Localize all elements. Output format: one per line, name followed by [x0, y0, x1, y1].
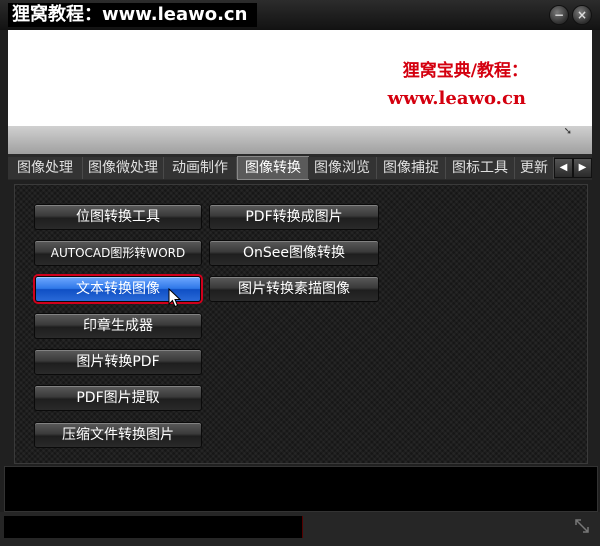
tab-animation[interactable]: 动画制作 [164, 157, 237, 179]
arrow-icon: ➘ [563, 126, 572, 137]
banner-title: 狸窝宝典/教程： [402, 61, 528, 81]
seal-generator-button[interactable]: 印章生成器 [34, 313, 202, 339]
tab-update[interactable]: 更新 [515, 157, 554, 179]
banner: 狸窝宝典/教程： www.leawo.cn [8, 30, 592, 126]
banner-strip: ➘ [8, 126, 592, 154]
tab-scroll-left-icon[interactable]: ◀ [554, 158, 573, 178]
image-to-pdf-button[interactable]: 图片转换PDF [34, 349, 202, 375]
tab-bar: 图像处理 图像微处理 动画制作 图像转换 图像浏览 图像捕捉 图标工具 更新 ◀… [8, 154, 592, 180]
title-bar[interactable]: 狸窝教程：www.leawo.cn − × [0, 0, 600, 30]
tab-image-browse[interactable]: 图像浏览 [308, 157, 377, 179]
tab-scroll-right-icon[interactable]: ▶ [573, 158, 592, 178]
minimize-button[interactable]: − [549, 5, 569, 25]
bitmap-convert-button[interactable]: 位图转换工具 [34, 204, 202, 230]
tab-image-conversion[interactable]: 图像转换 [237, 156, 309, 180]
window-title: 狸窝教程：www.leawo.cn [8, 3, 258, 27]
banner-url: www.leawo.cn [387, 88, 526, 109]
mouse-cursor-icon [168, 288, 182, 308]
pdf-to-image-button[interactable]: PDF转换成图片 [209, 204, 379, 230]
status-bar [0, 512, 600, 546]
archive-to-image-button[interactable]: 压缩文件转换图片 [34, 422, 202, 448]
image-to-sketch-button[interactable]: 图片转换素描图像 [209, 276, 379, 302]
tab-image-microprocessing[interactable]: 图像微处理 [83, 157, 164, 179]
log-area [4, 466, 598, 512]
status-field [4, 516, 303, 538]
autocad-to-word-button[interactable]: AUTOCAD图形转WORD [34, 240, 202, 266]
tab-image-capture[interactable]: 图像捕捉 [377, 157, 446, 179]
tab-image-processing[interactable]: 图像处理 [8, 157, 83, 179]
close-button[interactable]: × [572, 5, 592, 25]
app-window: 狸窝教程：www.leawo.cn − × 狸窝宝典/教程： www.leawo… [0, 0, 600, 546]
pdf-image-extract-button[interactable]: PDF图片提取 [34, 385, 202, 411]
resize-icon[interactable] [574, 518, 590, 534]
onsee-convert-button[interactable]: OnSee图像转换 [209, 240, 379, 266]
tab-icon-tools[interactable]: 图标工具 [446, 157, 515, 179]
